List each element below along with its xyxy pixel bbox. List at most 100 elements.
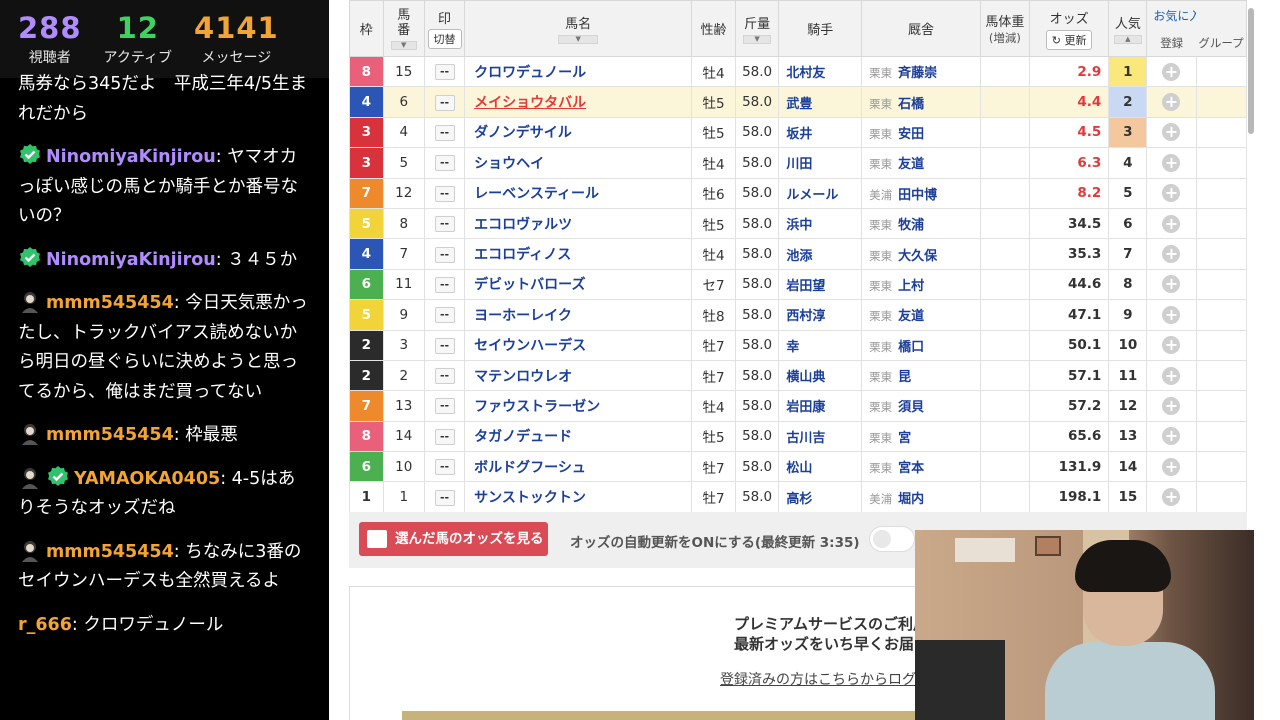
trainer-link[interactable]: 上村	[898, 279, 924, 294]
mark-select[interactable]: --	[434, 94, 455, 111]
mark-select[interactable]: --	[434, 124, 455, 141]
trainer-link[interactable]: 斉藤崇	[898, 66, 937, 81]
trainer-link[interactable]: 橋口	[898, 340, 924, 355]
sort-arrow-icon[interactable]: ▼	[558, 35, 599, 44]
horse-name-link[interactable]: マテンロウレオ	[464, 359, 693, 392]
horse-name-link[interactable]: エコロディノス	[464, 238, 693, 270]
mark-select[interactable]: --	[434, 428, 455, 445]
mark-select[interactable]: --	[434, 307, 455, 324]
umaban-cell: 4	[382, 116, 425, 149]
mark-select[interactable]: --	[434, 276, 455, 293]
jockey-link[interactable]: 岩田康	[778, 390, 863, 422]
horse-name-link[interactable]: サンストックトン	[464, 481, 693, 513]
jockey-link[interactable]: 古川吉	[778, 420, 863, 453]
weight-cell: 58.0	[734, 359, 780, 392]
col-umaban[interactable]: 馬番 ▼	[382, 0, 425, 57]
horse-name-link[interactable]: メイショウタバル	[464, 86, 693, 118]
add-favorite-icon[interactable]: +	[1162, 305, 1181, 324]
trainer-link[interactable]: 昆	[898, 370, 911, 385]
trainer-link[interactable]: 宮本	[898, 461, 924, 476]
mark-select[interactable]: --	[434, 398, 455, 415]
view-selected-odds-button[interactable]: 選んだ馬のオッズを見る	[359, 522, 548, 556]
add-favorite-icon[interactable]: +	[1162, 336, 1181, 355]
horse-name-link[interactable]: デビットバローズ	[464, 268, 693, 301]
jockey-link[interactable]: 西村淳	[778, 299, 863, 331]
add-favorite-icon[interactable]: +	[1162, 245, 1181, 264]
add-favorite-icon[interactable]: +	[1162, 457, 1181, 476]
fav-register-cell: +	[1146, 451, 1197, 483]
trainer-link[interactable]: 田中博	[898, 188, 937, 203]
mark-select[interactable]: --	[434, 337, 455, 354]
user-avatar-icon	[18, 421, 42, 445]
chat-username[interactable]: mmm545454	[46, 425, 174, 445]
add-favorite-icon[interactable]: +	[1162, 62, 1181, 81]
auto-update-toggle[interactable]	[869, 526, 915, 552]
jockey-link[interactable]: 浜中	[778, 207, 863, 240]
jockey-link[interactable]: 坂井	[778, 116, 863, 149]
trainer-link[interactable]: 友道	[898, 157, 924, 172]
trainer-link[interactable]: 石橋	[898, 97, 924, 112]
odds-refresh-button[interactable]: ↻ 更新	[1045, 29, 1093, 50]
add-favorite-icon[interactable]: +	[1162, 184, 1181, 203]
add-favorite-icon[interactable]: +	[1162, 153, 1181, 172]
jockey-link[interactable]: 北村友	[778, 55, 863, 88]
jockey-link[interactable]: ルメール	[778, 177, 863, 209]
horse-name-link[interactable]: ダノンデサイル	[464, 116, 693, 149]
mark-select[interactable]: --	[434, 368, 455, 385]
mark-select[interactable]: --	[434, 246, 455, 263]
sort-arrow-icon[interactable]: ▼	[390, 40, 417, 50]
horse-name-link[interactable]: ボルドグフーシュ	[464, 451, 693, 483]
chat-username[interactable]: mmm545454	[46, 542, 174, 562]
jockey-link[interactable]: 川田	[778, 147, 863, 179]
trainer-link[interactable]: 牧浦	[898, 218, 924, 233]
horse-name-link[interactable]: クロワデュノール	[464, 55, 693, 88]
jockey-link[interactable]: 幸	[778, 329, 863, 361]
add-favorite-icon[interactable]: +	[1162, 214, 1181, 233]
trainer-link[interactable]: 堀内	[898, 492, 924, 507]
horse-name-link[interactable]: タガノデュード	[464, 420, 693, 453]
trainer-link[interactable]: 安田	[898, 127, 924, 142]
col-name[interactable]: 馬名 ▼	[464, 0, 693, 57]
horse-name-link[interactable]: エコロヴァルツ	[464, 207, 693, 240]
add-favorite-icon[interactable]: +	[1162, 488, 1181, 507]
mark-select[interactable]: --	[434, 459, 455, 476]
trainer-link[interactable]: 宮	[898, 431, 911, 446]
mark-select[interactable]: --	[434, 155, 455, 172]
jockey-link[interactable]: 高杉	[778, 481, 863, 513]
horse-name-link[interactable]: ヨーホーレイク	[464, 299, 693, 331]
mark-toggle-button[interactable]: 切替	[427, 29, 462, 49]
col-weight[interactable]: 斤量 ▼	[734, 0, 780, 57]
trainer-link[interactable]: 須貝	[898, 400, 924, 415]
horse-name-link[interactable]: セイウンハーデス	[464, 329, 693, 361]
mark-select[interactable]: --	[434, 64, 455, 81]
add-favorite-icon[interactable]: +	[1162, 396, 1181, 415]
add-favorite-icon[interactable]: +	[1162, 366, 1181, 385]
horse-name-link[interactable]: レーベンスティール	[464, 177, 693, 209]
jockey-link[interactable]: 武豊	[778, 86, 863, 118]
chat-username[interactable]: r_666	[18, 615, 72, 635]
chat-username[interactable]: NinomiyaKinjirou	[46, 250, 216, 270]
add-favorite-icon[interactable]: +	[1162, 93, 1181, 112]
chat-username[interactable]: mmm545454	[46, 293, 174, 313]
chat-username[interactable]: YAMAOKA0405	[74, 469, 220, 489]
sort-arrow-icon[interactable]: ▲	[1113, 35, 1142, 44]
mark-select[interactable]: --	[434, 216, 455, 233]
premium-login-link[interactable]: 登録済みの方はこちらからログ	[720, 669, 916, 689]
add-favorite-icon[interactable]: +	[1162, 123, 1181, 142]
add-favorite-icon[interactable]: +	[1162, 275, 1181, 294]
page-scrollbar[interactable]	[1248, 8, 1254, 134]
mark-select[interactable]: --	[434, 489, 455, 506]
trainer-link[interactable]: 友道	[898, 309, 924, 324]
horse-name-link[interactable]: ショウヘイ	[464, 147, 693, 179]
trainer-link[interactable]: 大久保	[898, 249, 937, 264]
jockey-link[interactable]: 松山	[778, 451, 863, 483]
sort-arrow-icon[interactable]: ▼	[743, 35, 772, 44]
mark-select[interactable]: --	[434, 185, 455, 202]
jockey-link[interactable]: 池添	[778, 238, 863, 270]
jockey-link[interactable]: 横山典	[778, 359, 863, 392]
horse-name-link[interactable]: ファウストラーゼン	[464, 390, 693, 422]
chat-username[interactable]: NinomiyaKinjirou	[46, 147, 216, 167]
jockey-link[interactable]: 岩田望	[778, 268, 863, 301]
add-favorite-icon[interactable]: +	[1162, 427, 1181, 446]
col-popularity[interactable]: 人気 ▲	[1108, 0, 1148, 57]
